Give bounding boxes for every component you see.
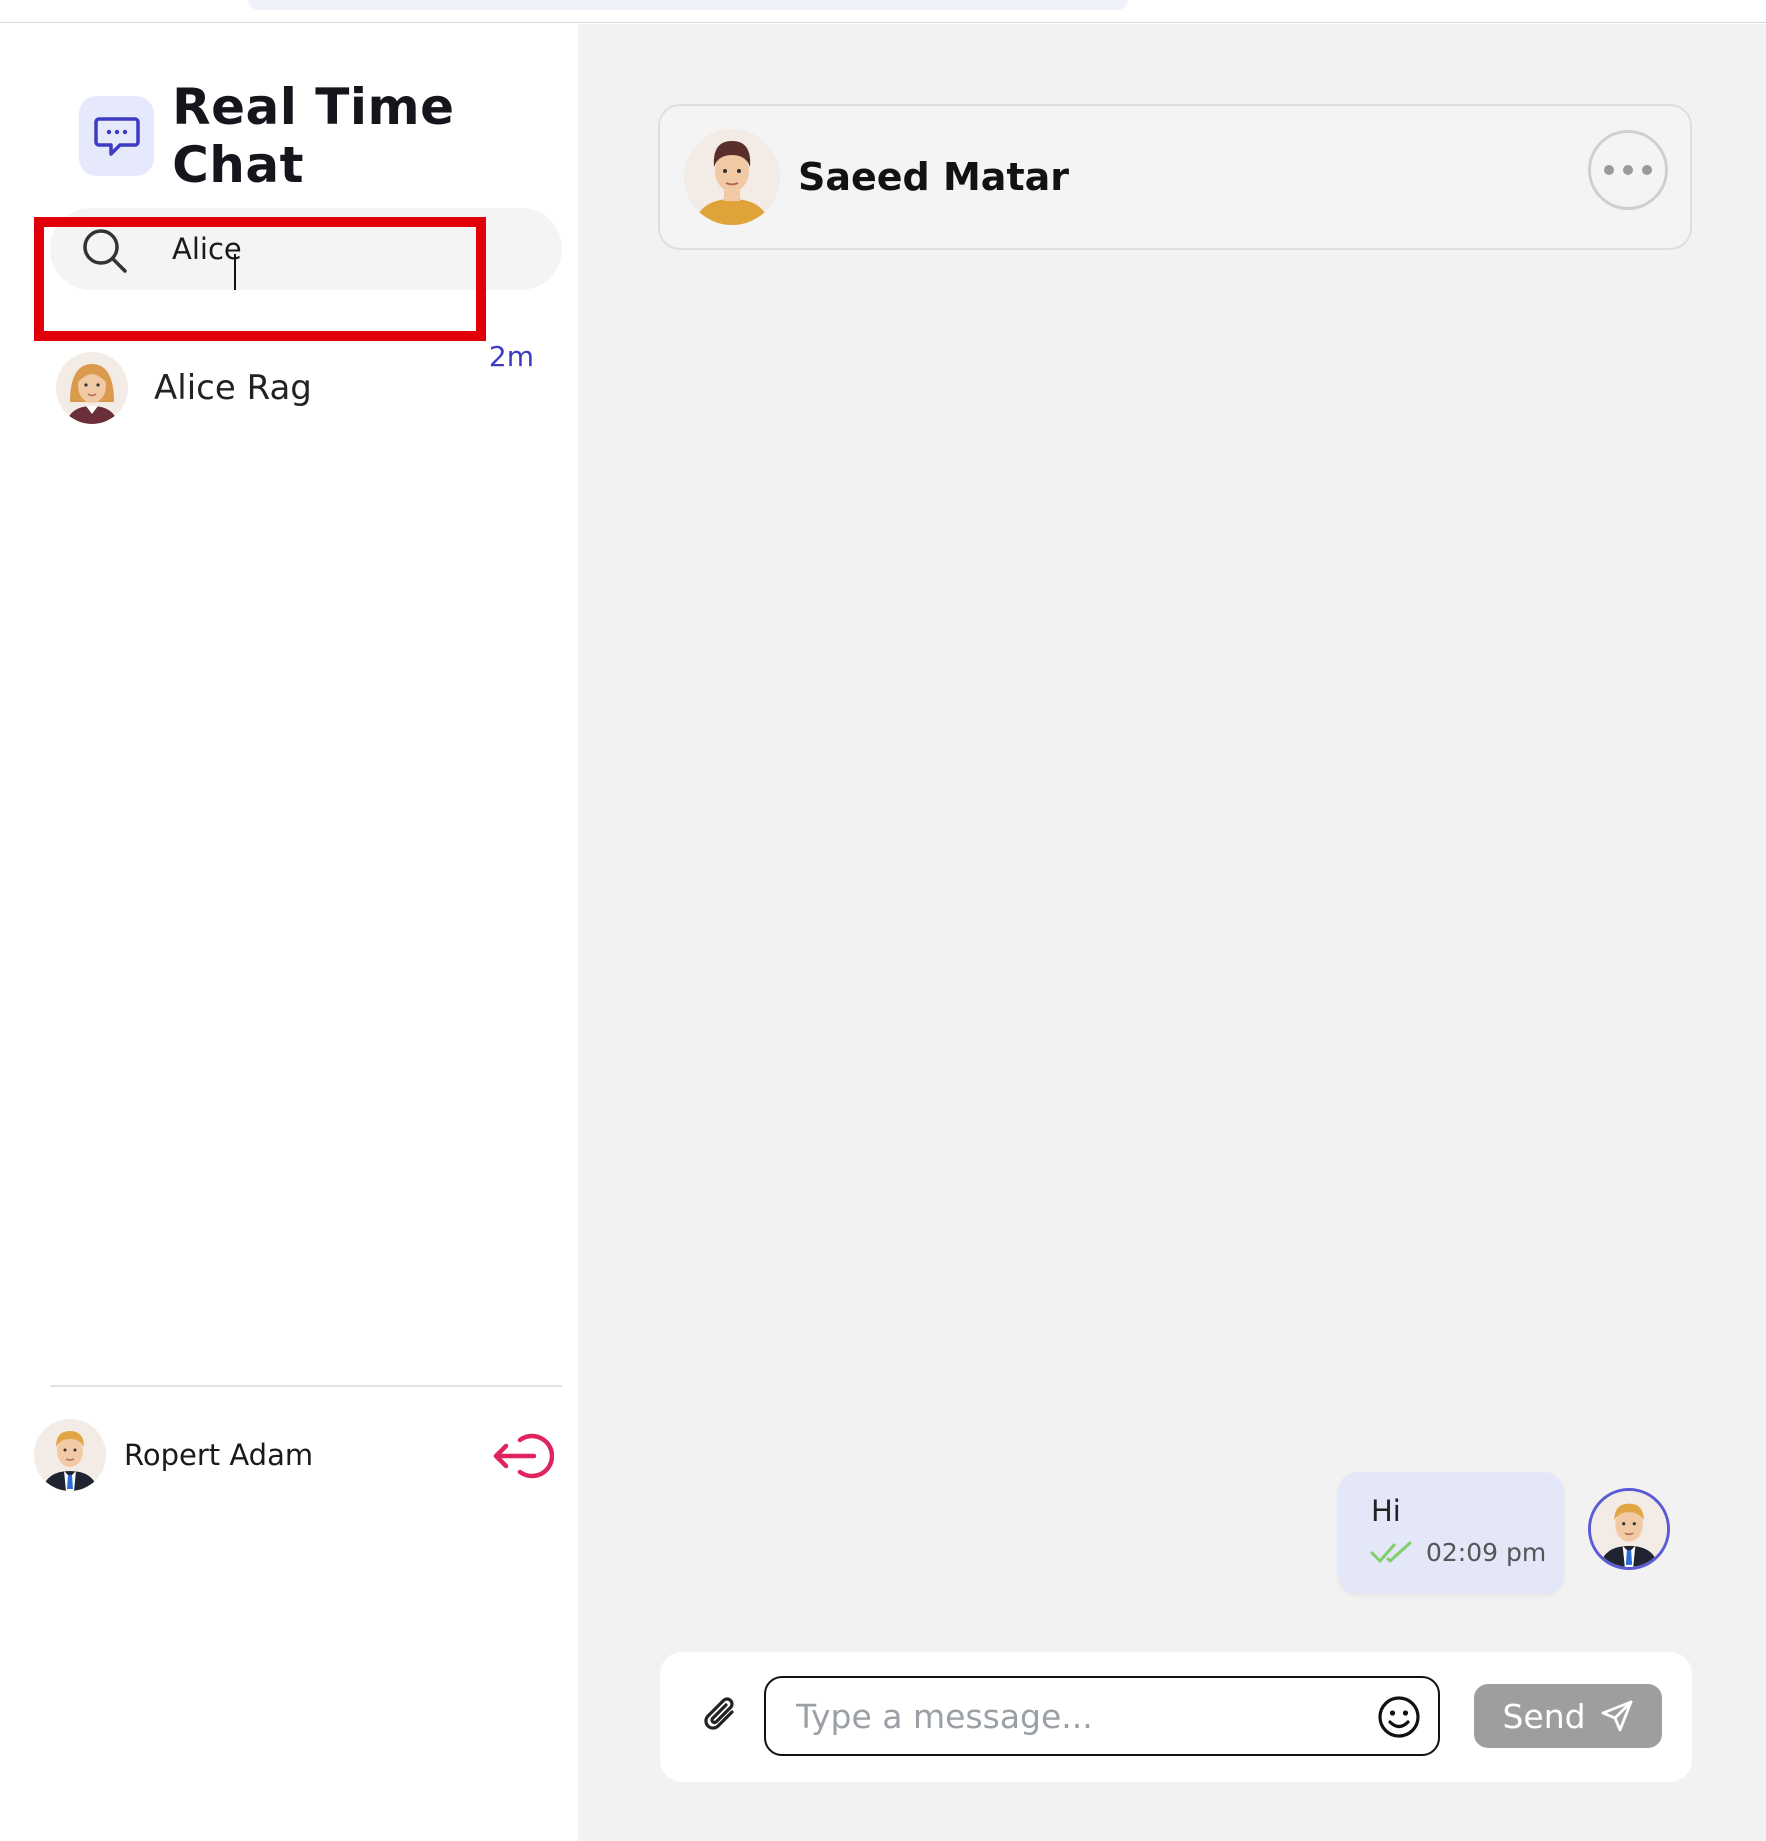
- logout-icon[interactable]: [490, 1424, 554, 1488]
- message-text: Hi: [1371, 1494, 1401, 1528]
- chat-header: Saeed Matar: [658, 104, 1692, 250]
- chat-panel: Saeed Matar Hi 02:09 pm Type a message..…: [578, 24, 1766, 1841]
- message-composer: Send: [660, 1652, 1692, 1782]
- send-label: Send: [1502, 1696, 1586, 1736]
- sender-avatar: [1588, 1488, 1670, 1570]
- more-horizontal-icon: [1604, 165, 1652, 175]
- peer-name: Saeed Matar: [798, 155, 1069, 199]
- search-box[interactable]: [50, 208, 562, 290]
- brand: Real Time Chat: [79, 78, 578, 194]
- divider: [50, 1385, 562, 1387]
- message-input[interactable]: [796, 1692, 1356, 1740]
- search-icon: [80, 226, 130, 281]
- contact-name: Alice Rag: [154, 368, 312, 408]
- address-bar[interactable]: [248, 0, 1128, 10]
- sidebar: Real Time Chat Alice Rag 2m: [0, 24, 578, 1841]
- current-user-panel: Ropert Adam: [34, 1418, 554, 1492]
- current-user-name: Ropert Adam: [124, 1438, 314, 1472]
- message-row: Hi 02:09 pm: [1338, 1472, 1678, 1594]
- send-arrow-icon: [1601, 1700, 1632, 1732]
- message-time: 02:09 pm: [1426, 1538, 1547, 1567]
- send-button[interactable]: Send: [1474, 1684, 1662, 1748]
- user-avatar[interactable]: [34, 1419, 106, 1491]
- message-meta: 02:09 pm: [1370, 1538, 1546, 1567]
- contact-list-item[interactable]: Alice Rag 2m: [56, 340, 536, 426]
- smiley-icon[interactable]: [1374, 1692, 1424, 1742]
- search-input[interactable]: [172, 224, 532, 274]
- contact-time: 2m: [488, 340, 534, 373]
- peer-avatar[interactable]: [684, 129, 780, 225]
- paperclip-icon[interactable]: [694, 1688, 750, 1744]
- message-field[interactable]: [764, 1676, 1440, 1756]
- contact-avatar: [56, 352, 128, 424]
- more-options-button[interactable]: [1588, 130, 1668, 210]
- text-cursor: [234, 254, 236, 290]
- app-title: Real Time Chat: [172, 78, 455, 194]
- chat-bubble-icon: [79, 96, 155, 176]
- message-bubble[interactable]: Hi 02:09 pm: [1338, 1472, 1564, 1594]
- browser-top-bar: [0, 0, 1766, 23]
- double-check-icon: [1370, 1541, 1412, 1562]
